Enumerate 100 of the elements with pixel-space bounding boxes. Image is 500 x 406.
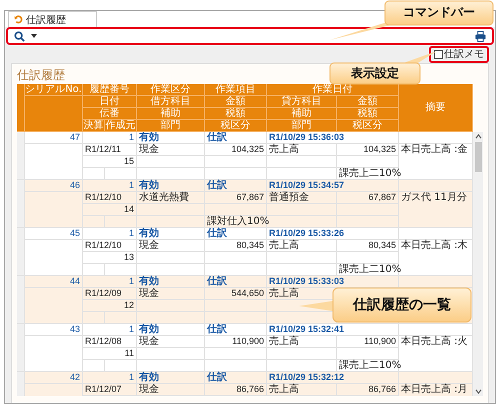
table-cell: 43 <box>25 324 83 336</box>
table-cell <box>137 348 205 360</box>
row-selector[interactable] <box>17 276 25 324</box>
table-cell: 44 <box>25 276 83 288</box>
table-cell: 売上高 <box>267 384 337 396</box>
printer-icon[interactable] <box>475 30 486 42</box>
column-header: 金額 <box>337 96 399 108</box>
table-cell: 104,325 <box>337 144 399 156</box>
table-cell: R1/10/29 15:33:26 <box>267 228 399 240</box>
table-cell <box>267 252 337 264</box>
table-cell <box>267 348 337 360</box>
search-icon[interactable] <box>14 30 25 42</box>
table-cell: 110,900 <box>337 336 399 348</box>
table-cell: 有効 <box>137 324 205 336</box>
table-cell: 現金 <box>137 144 205 156</box>
table-cell: 12 <box>83 300 137 312</box>
table-cell: 15 <box>83 156 137 168</box>
table-cell <box>137 156 205 168</box>
table-cell: 80,345 <box>337 240 399 252</box>
table-cell <box>337 204 399 216</box>
column-header: 作業項目 <box>205 84 267 96</box>
table-cell: 1 <box>83 276 137 288</box>
table-cell: 1 <box>83 324 137 336</box>
table-cell: 47 <box>25 132 83 144</box>
column-header: 作業区分 <box>137 84 205 96</box>
table-cell: 有効 <box>137 228 205 240</box>
table-cell: R1/12/11 <box>83 144 137 156</box>
column-header: 借方科目 <box>137 96 205 108</box>
table-cell: 13 <box>83 252 137 264</box>
table-cell: 11 <box>83 348 137 360</box>
table-cell: R1/12/09 <box>83 288 137 300</box>
table-cell <box>205 204 267 216</box>
scrollbar-thumb[interactable] <box>474 142 482 172</box>
table-cell <box>205 156 267 168</box>
table-cell: 売上高 <box>267 336 337 348</box>
table-cell: 110,900 <box>205 336 267 348</box>
table-cell: 仕訳 <box>205 276 267 288</box>
table-cell: 1 <box>83 180 137 192</box>
table-cell: 67,867 <box>337 192 399 204</box>
table-cell: 売上高 <box>267 144 337 156</box>
table-cell <box>205 348 267 360</box>
table-cell <box>137 252 205 264</box>
table-cell <box>137 204 205 216</box>
table-cell <box>137 300 205 312</box>
table-cell: 有効 <box>137 276 205 288</box>
table-cell: 仕訳 <box>205 228 267 240</box>
panel-title: 仕訳履歴 <box>17 68 65 82</box>
column-header: 日付 <box>83 96 137 108</box>
column-header: シリアルNo. <box>25 84 83 96</box>
table-cell: R1/10/29 15:36:03 <box>267 132 399 144</box>
row-selector[interactable] <box>17 228 25 276</box>
table-cell: R1/12/07 <box>83 384 137 396</box>
tab[interactable]: 仕訳履歴 <box>8 11 97 27</box>
callout-label: コマンドバー <box>403 6 475 20</box>
table-cell: 現金 <box>137 288 205 300</box>
table-cell: 67,867 <box>205 192 267 204</box>
column-header: 補助 <box>137 108 205 120</box>
callout-label: 表示設定 <box>351 66 399 80</box>
column-header: 税額 <box>205 108 267 120</box>
table-cell: R1/10/29 15:32:41 <box>267 324 399 336</box>
refresh-icon <box>14 15 23 24</box>
table-cell: 14 <box>83 204 137 216</box>
table-cell <box>337 252 399 264</box>
table-cell: 水道光熱費 <box>137 192 205 204</box>
table-cell: R1/10/29 15:32:12 <box>267 372 399 384</box>
table-cell: 仕訳 <box>205 180 267 192</box>
row-selector[interactable] <box>17 324 25 372</box>
table-cell: R1/12/08 <box>83 336 137 348</box>
scrollbar[interactable] <box>473 132 483 396</box>
table-cell: R1/12/10 <box>83 240 137 252</box>
table-cell: 86,766 <box>205 384 267 396</box>
column-header: 伝番 <box>83 108 137 120</box>
table-cell: 仕訳 <box>205 324 267 336</box>
caret-icon[interactable] <box>31 34 37 38</box>
table-cell <box>337 348 399 360</box>
table-cell: R1/10/29 15:34:57 <box>267 180 399 192</box>
row-selector[interactable] <box>17 132 25 180</box>
table-cell: 104,325 <box>205 144 267 156</box>
table-cell <box>267 204 337 216</box>
table-cell: 1 <box>83 132 137 144</box>
table-cell: 86,766 <box>337 384 399 396</box>
checkbox[interactable] <box>434 50 443 58</box>
table-cell <box>267 156 337 168</box>
table-cell: 現金 <box>137 336 205 348</box>
table-cell: 1 <box>83 228 137 240</box>
callout-label: 仕訳履歴の一覧 <box>353 296 451 314</box>
table-cell: 現金 <box>137 240 205 252</box>
column-header: 税額 <box>337 108 399 120</box>
table-cell: 現金 <box>137 384 205 396</box>
memo-checkbox[interactable]: 仕訳メモ <box>429 46 489 62</box>
table-cell: 80,345 <box>205 240 267 252</box>
column-header: 金額 <box>205 96 267 108</box>
table-cell: 45 <box>25 228 83 240</box>
table-cell: 仕訳 <box>205 372 267 384</box>
table-cell: 544,650 <box>205 288 267 300</box>
row-selector[interactable] <box>17 180 25 228</box>
table-cell <box>205 252 267 264</box>
column-header: 貸方科目 <box>267 96 337 108</box>
table-cell: 1 <box>83 372 137 384</box>
table-cell: 売上高 <box>267 240 337 252</box>
